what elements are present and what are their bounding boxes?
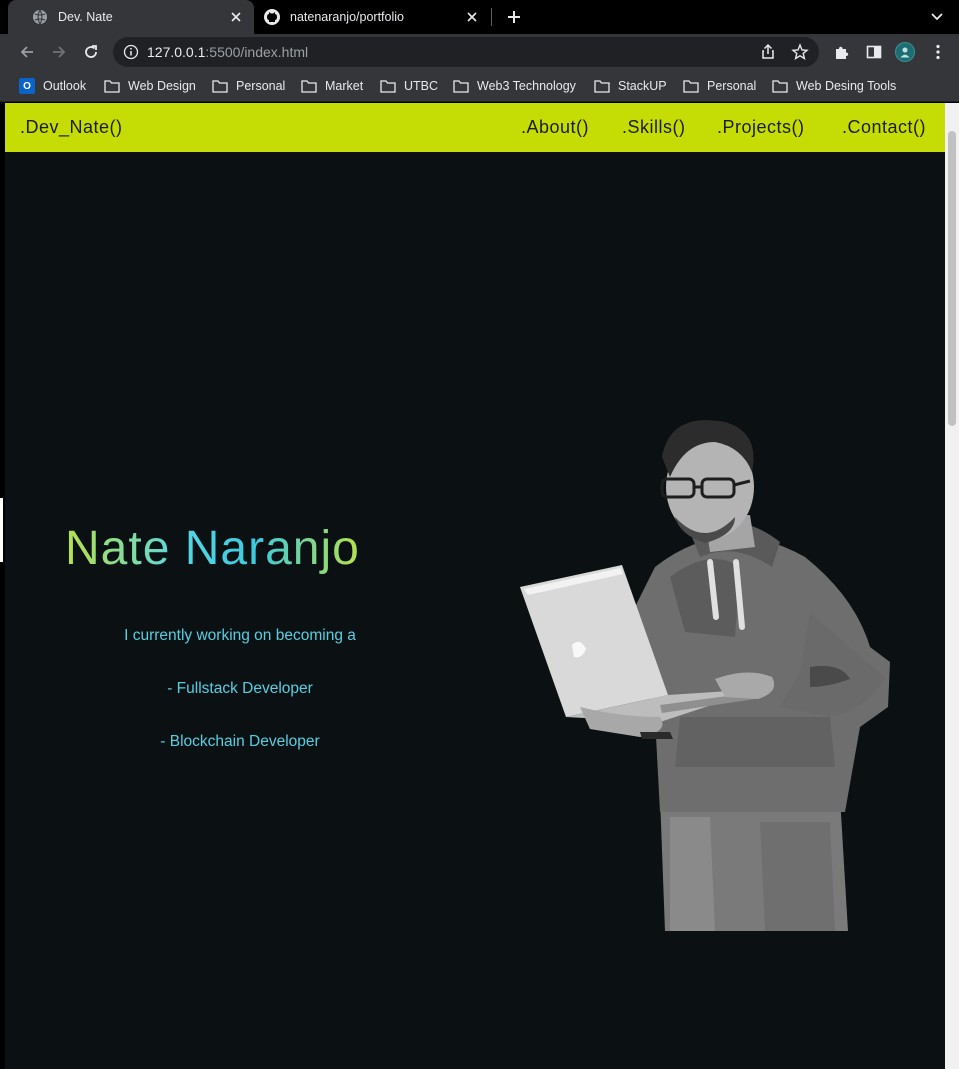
bookmark-label: Personal: [707, 79, 757, 93]
scrollbar-thumb[interactable]: [948, 131, 956, 426]
menu-kebab-icon[interactable]: [928, 42, 948, 62]
hero-portrait-image: [520, 420, 890, 931]
tab-separator: [491, 8, 492, 26]
github-icon: [264, 9, 280, 25]
new-tab-button[interactable]: [503, 6, 525, 28]
chevron-down-icon[interactable]: [927, 8, 947, 26]
share-icon[interactable]: [759, 43, 777, 61]
bookmarks-bar: O Outlook Web Design Personal Market UTB…: [0, 70, 959, 102]
folder-icon: [453, 79, 469, 93]
folder-icon: [380, 79, 396, 93]
bookmark-label: UTBC: [404, 79, 439, 93]
bookmark-utbc[interactable]: UTBC: [380, 76, 438, 96]
tab-strip: Dev. Nate natenaranjo/portfolio: [0, 0, 959, 34]
bookmark-personal-2[interactable]: Personal: [683, 76, 756, 96]
bookmark-outlook[interactable]: O Outlook: [19, 76, 86, 96]
hero-intro-text: I currently working on becoming a: [124, 627, 356, 644]
nav-about-link[interactable]: .About(): [521, 117, 589, 138]
bookmark-label: StackUP: [618, 79, 667, 93]
folder-icon: [683, 79, 699, 93]
page-viewport: .Dev_Nate() .About() .Skills() .Projects…: [5, 103, 945, 1069]
bookmark-label: Web Desing Tools: [796, 79, 897, 93]
hero-name: Nate Naranjo: [65, 522, 360, 575]
page-scrollbar[interactable]: [945, 103, 959, 1069]
folder-icon: [212, 79, 228, 93]
star-icon[interactable]: [791, 43, 809, 61]
hero-role-fullstack: - Fullstack Developer: [167, 680, 313, 697]
profile-avatar-icon[interactable]: [895, 42, 915, 62]
bookmark-web3-technology[interactable]: Web3 Technology: [453, 76, 576, 96]
folder-icon: [772, 79, 788, 93]
globe-icon: [32, 9, 48, 25]
site-navbar: .Dev_Nate() .About() .Skills() .Projects…: [5, 103, 945, 152]
bookmark-market[interactable]: Market: [301, 76, 363, 96]
bookmark-label: Market: [325, 79, 364, 93]
back-button[interactable]: [15, 40, 39, 64]
tab-title: Dev. Nate: [58, 10, 113, 24]
close-tab-icon[interactable]: [464, 9, 480, 25]
folder-icon: [301, 79, 317, 93]
tab-github-portfolio[interactable]: natenaranjo/portfolio: [240, 0, 490, 34]
tab-title: natenaranjo/portfolio: [290, 10, 404, 24]
extensions-puzzle-icon[interactable]: [832, 42, 852, 62]
nav-projects-link[interactable]: .Projects(): [717, 117, 805, 138]
nav-contact-link[interactable]: .Contact(): [842, 117, 926, 138]
window-edge-handle: [0, 498, 3, 562]
bookmark-label: Outlook: [43, 79, 87, 93]
outlook-icon: O: [19, 78, 35, 94]
folder-icon: [104, 79, 120, 93]
bookmark-web-desing-tools[interactable]: Web Desing Tools: [772, 76, 896, 96]
info-icon[interactable]: [123, 44, 139, 60]
bookmark-personal[interactable]: Personal: [212, 76, 285, 96]
site-brand-link[interactable]: .Dev_Nate(): [20, 117, 123, 138]
nav-skills-link[interactable]: .Skills(): [622, 117, 686, 138]
tab-dev-nate[interactable]: Dev. Nate: [8, 0, 254, 34]
bookmark-label: Web3 Technology: [477, 79, 576, 93]
bookmark-label: Web Design: [128, 79, 196, 93]
side-panel-icon[interactable]: [864, 42, 884, 62]
browser-toolbar: 127.0.0.1:5500/index.html: [0, 34, 959, 70]
hero-role-blockchain: - Blockchain Developer: [160, 733, 320, 750]
bookmark-stackup[interactable]: StackUP: [594, 76, 667, 96]
forward-button[interactable]: [47, 40, 71, 64]
reload-button[interactable]: [79, 40, 103, 64]
url-text: 127.0.0.1:5500/index.html: [147, 44, 309, 60]
address-bar[interactable]: 127.0.0.1:5500/index.html: [113, 37, 819, 67]
bookmark-web-design[interactable]: Web Design: [104, 76, 196, 96]
bookmark-label: Personal: [236, 79, 286, 93]
folder-icon: [594, 79, 610, 93]
